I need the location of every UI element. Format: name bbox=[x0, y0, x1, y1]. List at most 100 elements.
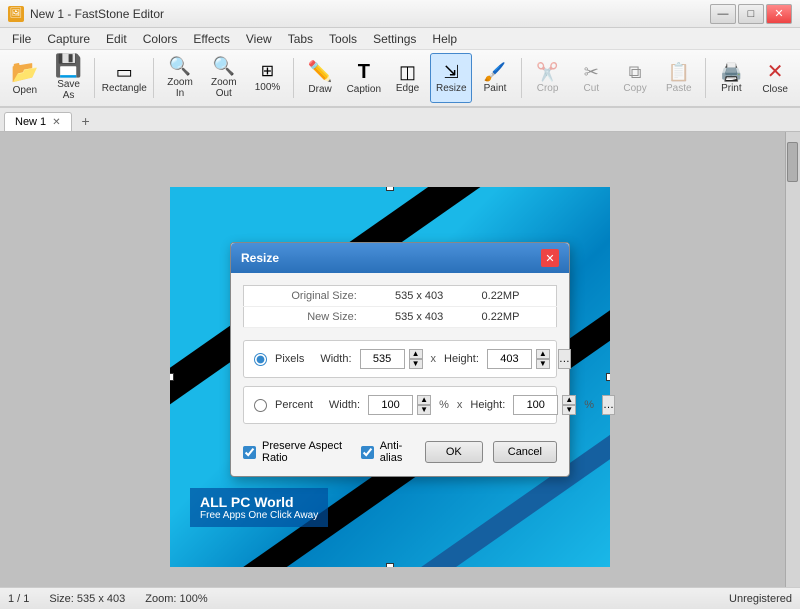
toolbar-sep-4 bbox=[521, 58, 522, 98]
height-input[interactable] bbox=[487, 349, 532, 369]
paint-button[interactable]: 🖌️ Paint bbox=[474, 53, 516, 103]
title-bar: 🖼 New 1 - FastStone Editor — □ ✕ bbox=[0, 0, 800, 28]
saveas-icon: 💾 bbox=[55, 55, 82, 77]
preserve-checkbox[interactable] bbox=[243, 446, 256, 459]
zoomin-icon: 🔍 bbox=[169, 57, 191, 75]
window-close-button[interactable]: ✕ bbox=[766, 4, 792, 24]
pct-width-spinner[interactable]: ▲ ▼ bbox=[417, 395, 431, 415]
pct-height-spin-down[interactable]: ▼ bbox=[562, 405, 576, 415]
copy-button: ⧉ Copy bbox=[614, 53, 656, 103]
percent-radio[interactable] bbox=[254, 399, 267, 412]
zoomout-button[interactable]: 🔍 Zoom Out bbox=[203, 53, 245, 103]
pct-width-input[interactable] bbox=[368, 395, 413, 415]
tab-close-icon[interactable]: ✕ bbox=[52, 117, 60, 128]
crop-icon: ✂️ bbox=[536, 63, 558, 81]
menu-settings[interactable]: Settings bbox=[365, 30, 424, 48]
width-spin-down[interactable]: ▼ bbox=[409, 359, 423, 369]
cut-button: ✂ Cut bbox=[570, 53, 612, 103]
close-button[interactable]: ✕ Close bbox=[754, 53, 796, 103]
menu-tabs[interactable]: Tabs bbox=[280, 30, 321, 48]
pct-height-spinner[interactable]: ▲ ▼ bbox=[562, 395, 576, 415]
close-icon: ✕ bbox=[767, 62, 784, 82]
open-icon: 📂 bbox=[11, 61, 38, 83]
open-button[interactable]: 📂 Open bbox=[4, 53, 46, 103]
menu-help[interactable]: Help bbox=[424, 30, 465, 48]
pct-width-spin-up[interactable]: ▲ bbox=[417, 395, 431, 405]
resize-button[interactable]: ⇲ Resize bbox=[430, 53, 472, 103]
percent-dots-button[interactable]: … bbox=[602, 395, 615, 415]
pixels-dots-button[interactable]: … bbox=[558, 349, 571, 369]
zoomout-icon: 🔍 bbox=[213, 57, 235, 75]
paste-icon: 📋 bbox=[668, 63, 690, 81]
menu-capture[interactable]: Capture bbox=[39, 30, 98, 48]
width-input-group: ▲ ▼ bbox=[360, 349, 423, 369]
dialog-title: Resize bbox=[241, 251, 279, 265]
pct-height-input-group: ▲ ▼ bbox=[513, 395, 576, 415]
paint-label: Paint bbox=[484, 83, 507, 94]
scrollbar-vertical[interactable] bbox=[785, 132, 800, 587]
paint-icon: 🖌️ bbox=[484, 63, 506, 81]
pct-height-spin-up[interactable]: ▲ bbox=[562, 395, 576, 405]
menu-tools[interactable]: Tools bbox=[321, 30, 365, 48]
tab-add-button[interactable]: + bbox=[76, 111, 96, 131]
pct-cross: x bbox=[457, 399, 463, 411]
width-input[interactable] bbox=[360, 349, 405, 369]
menu-effects[interactable]: Effects bbox=[185, 30, 237, 48]
watermark: ALL PC World Free Apps One Click Away bbox=[190, 488, 328, 527]
percent-row: Percent Width: ▲ ▼ % x Height: bbox=[254, 395, 546, 415]
width-spin-up[interactable]: ▲ bbox=[409, 349, 423, 359]
antialias-checkbox[interactable] bbox=[361, 446, 374, 459]
watermark-sub: Free Apps One Click Away bbox=[200, 510, 318, 521]
handle-right[interactable] bbox=[606, 373, 610, 381]
cancel-button[interactable]: Cancel bbox=[493, 441, 557, 463]
toolbar-sep-2 bbox=[153, 58, 154, 98]
draw-button[interactable]: ✏️ Draw bbox=[299, 53, 341, 103]
tab-new1[interactable]: New 1 ✕ bbox=[4, 112, 72, 131]
app-icon: 🖼 bbox=[8, 6, 24, 22]
rectangle-button[interactable]: ▭ Rectangle bbox=[100, 53, 148, 103]
zoom100-label: 100% bbox=[255, 82, 281, 93]
maximize-button[interactable]: □ bbox=[738, 4, 764, 24]
pixels-radio[interactable] bbox=[254, 353, 267, 366]
height-spinner[interactable]: ▲ ▼ bbox=[536, 349, 550, 369]
width-spinner[interactable]: ▲ ▼ bbox=[409, 349, 423, 369]
antialias-row: Anti-alias bbox=[361, 440, 415, 464]
saveas-button[interactable]: 💾 Save As bbox=[48, 53, 90, 103]
handle-bottom[interactable] bbox=[386, 563, 394, 567]
window-title: New 1 - FastStone Editor bbox=[30, 7, 164, 21]
paste-button: 📋 Paste bbox=[658, 53, 700, 103]
menu-colors[interactable]: Colors bbox=[135, 30, 186, 48]
height-spin-up[interactable]: ▲ bbox=[536, 349, 550, 359]
pct-height-input[interactable] bbox=[513, 395, 558, 415]
caption-button[interactable]: T Caption bbox=[343, 53, 385, 103]
scrollbar-thumb[interactable] bbox=[787, 142, 798, 182]
ok-button[interactable]: OK bbox=[425, 441, 483, 463]
saveas-label: Save As bbox=[51, 79, 87, 101]
edge-button[interactable]: ◫ Edge bbox=[387, 53, 429, 103]
handle-top[interactable] bbox=[386, 187, 394, 191]
zoom100-button[interactable]: ⊞ 100% bbox=[247, 53, 289, 103]
pct-width-spin-down[interactable]: ▼ bbox=[417, 405, 431, 415]
minimize-button[interactable]: — bbox=[710, 4, 736, 24]
height-spin-down[interactable]: ▼ bbox=[536, 359, 550, 369]
original-size-label: Original Size: bbox=[244, 286, 369, 307]
menu-file[interactable]: File bbox=[4, 30, 39, 48]
dialog-close-button[interactable]: ✕ bbox=[541, 249, 559, 267]
print-button[interactable]: 🖨️ Print bbox=[711, 53, 753, 103]
menu-view[interactable]: View bbox=[238, 30, 280, 48]
menu-edit[interactable]: Edit bbox=[98, 30, 135, 48]
tab-new1-label: New 1 bbox=[15, 116, 46, 128]
handle-left[interactable] bbox=[170, 373, 174, 381]
pct-percent-label: % bbox=[439, 399, 449, 411]
percent-section: Percent Width: ▲ ▼ % x Height: bbox=[243, 386, 557, 424]
copy-label: Copy bbox=[623, 83, 646, 94]
zoomin-button[interactable]: 🔍 Zoom In bbox=[159, 53, 201, 103]
tabs-bar: New 1 ✕ + bbox=[0, 108, 800, 132]
antialias-label: Anti-alias bbox=[380, 440, 415, 464]
menu-bar: File Capture Edit Colors Effects View Ta… bbox=[0, 28, 800, 50]
toolbar-sep-5 bbox=[705, 58, 706, 98]
status-bar: 1 / 1 Size: 535 x 403 Zoom: 100% Unregis… bbox=[0, 587, 800, 609]
original-mp-value: 0.22MP bbox=[470, 286, 557, 307]
zoomin-label: Zoom In bbox=[162, 77, 198, 99]
resize-icon: ⇲ bbox=[444, 63, 459, 81]
